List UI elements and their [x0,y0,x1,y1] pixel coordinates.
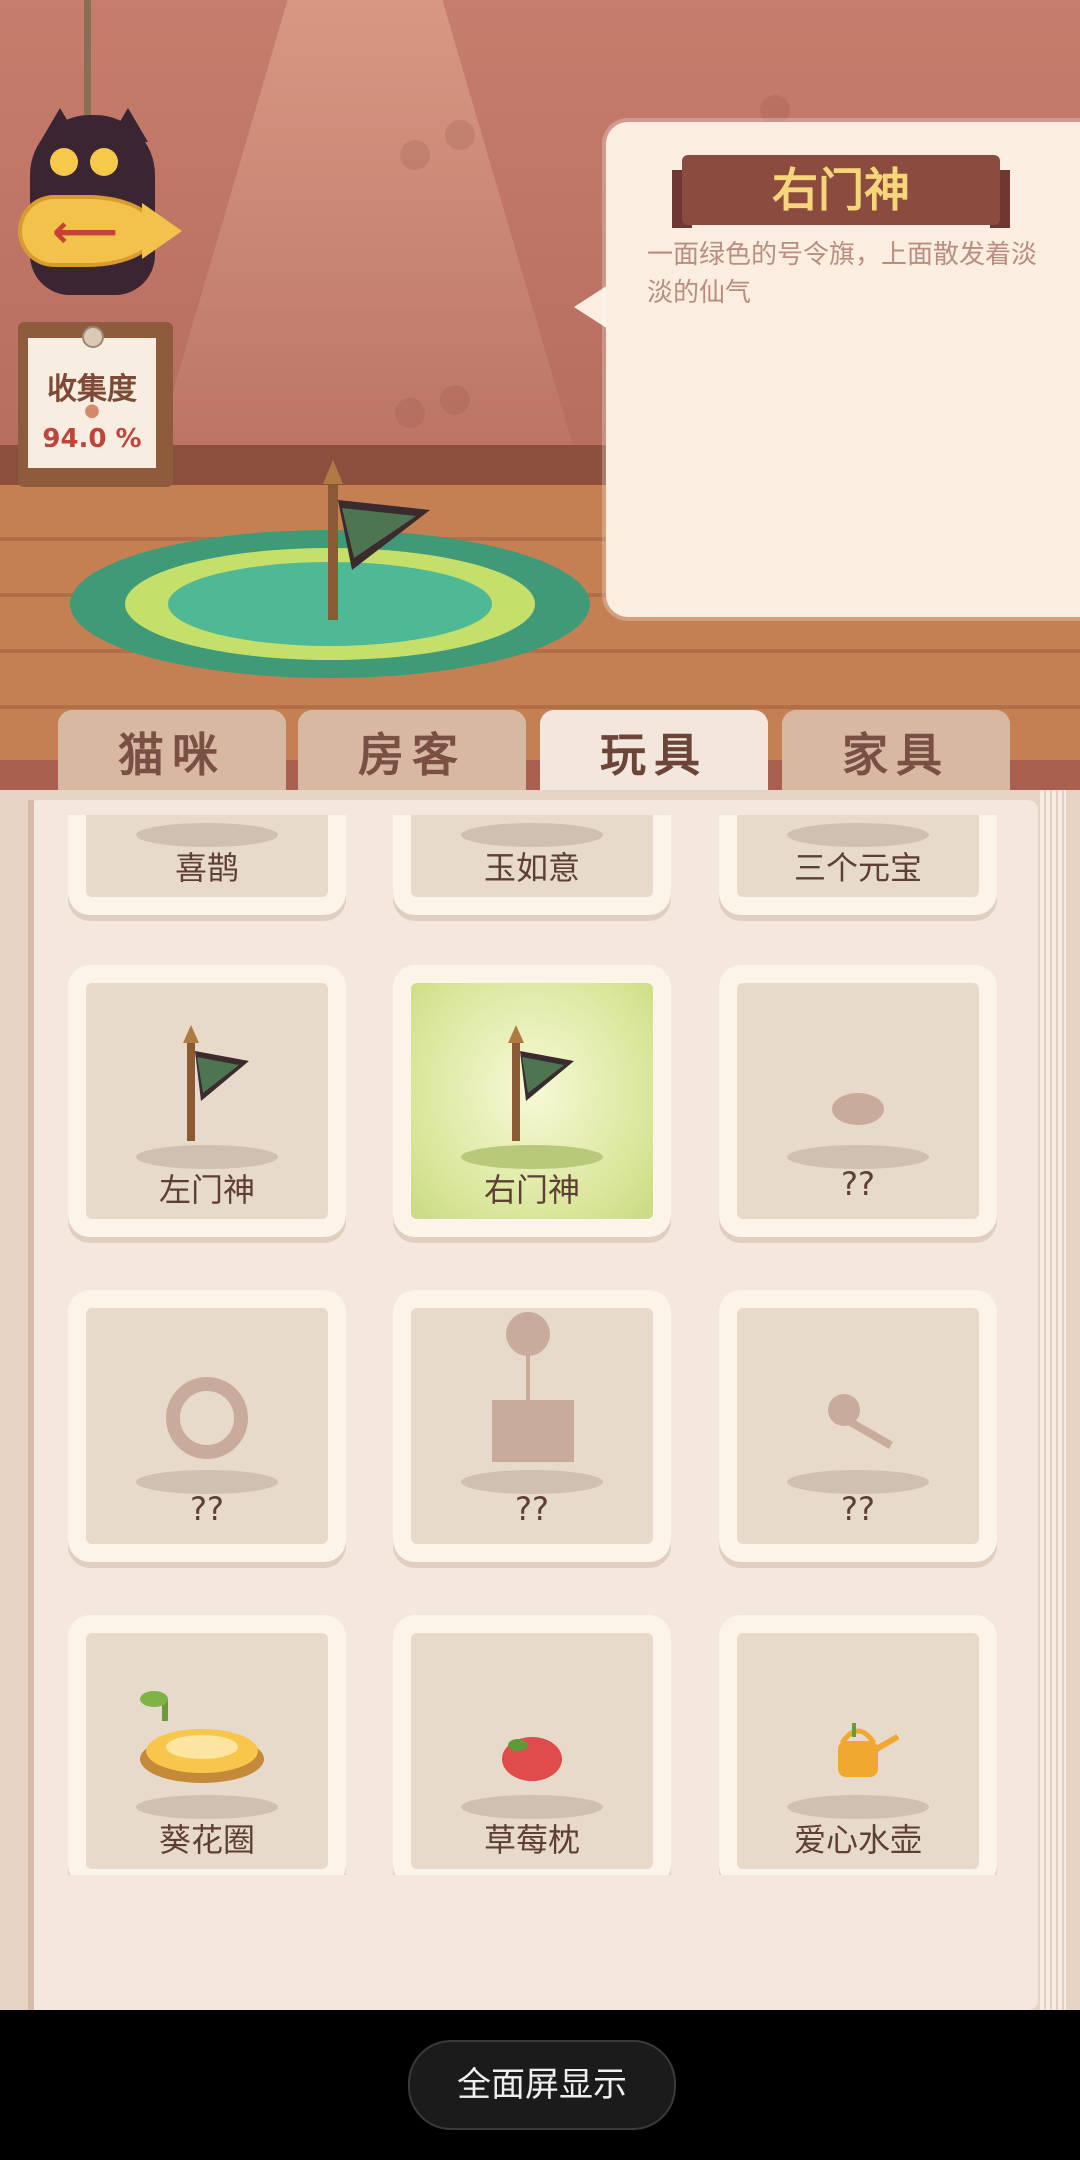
sunflower-ring-icon [140,1691,264,1783]
arrow-left-icon: ⟵ [52,204,118,258]
item-card[interactable]: 葵花圈 [68,1615,346,1875]
cat-eye [90,148,118,176]
item-label: 喜鹊 [174,849,239,887]
watering-can-icon [838,1723,900,1777]
item-label: 右门神 [483,1171,580,1209]
flag-icon [508,1025,574,1141]
item-label: 爱心水壶 [793,1821,922,1859]
item-label: 葵花圈 [158,1821,255,1859]
item-grid[interactable]: 喜鹊 玉如意 三个元宝 左门神 右门神 ?? ?? ?? ?? 葵花圈 草莓枕 … [40,815,1040,1875]
paw-icon: ● [84,400,100,421]
flag-icon [323,460,430,620]
item-label: ?? [515,1490,549,1528]
collection-value: 94.0 % [42,424,142,454]
item-title: 右门神 [772,163,910,217]
item-description: 一面绿色的号令旗，上面散发着淡淡的仙气 [647,240,1038,308]
fullscreen-display-button[interactable]: 全面屏显示 [408,2040,676,2130]
item-card-selected[interactable]: 右门神 [393,965,671,1237]
item-label: 玉如意 [483,849,580,887]
paw-print-decoration [760,95,790,125]
locked-wreath-icon [166,1377,248,1459]
back-button[interactable]: ⟵ [18,195,182,267]
paw-print-decoration [400,140,430,170]
item-card[interactable]: 左门神 [68,965,346,1237]
item-label: 草莓枕 [483,1821,580,1859]
item-label: ?? [841,1165,875,1203]
item-card[interactable]: 草莓枕 [393,1615,671,1875]
locked-cushion-icon [832,1093,884,1125]
strawberry-pillow-icon [502,1737,562,1781]
locked-balloon-gift-icon [492,1312,574,1462]
paw-print-decoration [440,385,470,415]
locked-wand-icon [828,1394,894,1449]
item-card[interactable]: ?? [719,965,997,1237]
paw-print-decoration [445,120,475,150]
pin-icon [82,326,104,348]
item-card[interactable]: ?? [719,1290,997,1562]
item-card[interactable]: 喜鹊 [68,815,346,915]
item-card[interactable]: ?? [68,1290,346,1562]
book-page-edge [1040,790,1066,2010]
item-label: ?? [841,1490,875,1528]
item-card[interactable]: ?? [393,1290,671,1562]
flag-icon [183,1025,249,1141]
item-card[interactable]: 三个元宝 [719,815,997,915]
item-card[interactable]: 玉如意 [393,815,671,915]
paw-print-decoration [395,398,425,428]
cat-eye [50,148,78,176]
item-label: ?? [190,1490,224,1528]
light-beam [150,0,580,470]
item-label: 左门神 [158,1171,255,1209]
item-label: 三个元宝 [793,849,922,887]
item-card[interactable]: 爱心水壶 [719,1615,997,1875]
